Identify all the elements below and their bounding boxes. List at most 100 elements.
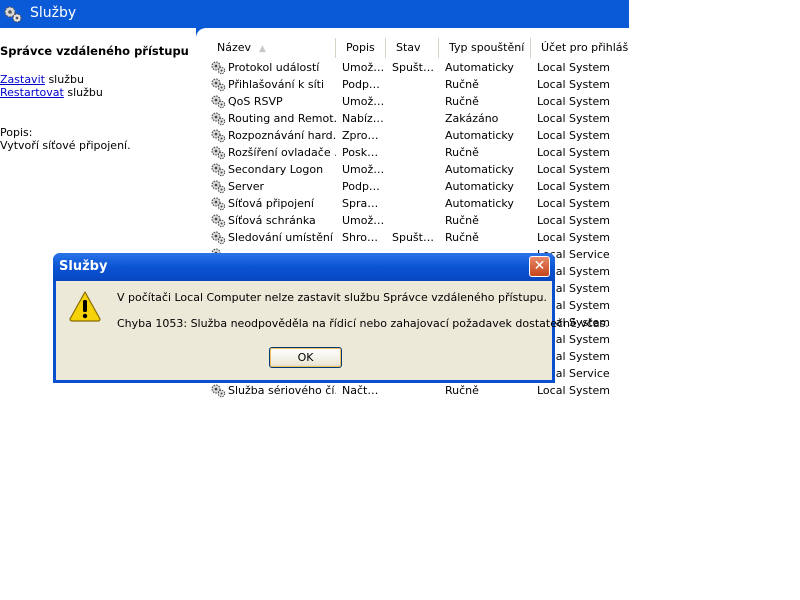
service-name-cell: Služba sériového čí… — [228, 384, 336, 397]
content-frame-corner — [196, 28, 629, 38]
service-startup-type-cell: Ručně — [445, 78, 479, 91]
service-row[interactable]: Rozšíření ovladače … Posk… Ručně Local Syst… — [207, 144, 629, 161]
service-startup-type-cell: Ručně — [445, 231, 479, 244]
service-name-cell: Rozpoznávání hard… — [228, 129, 336, 142]
service-description-cell: Nabíz… — [342, 112, 384, 125]
column-header-name-label: Název — [217, 41, 252, 54]
service-name-cell: Secondary Logon — [228, 163, 324, 176]
service-startup-type-cell: Automaticky — [445, 61, 514, 74]
service-account-cell: Local System — [537, 112, 611, 125]
service-gear-icon — [210, 111, 226, 126]
service-startup-type-cell: Automaticky — [445, 129, 514, 142]
service-gear-icon — [210, 383, 226, 398]
service-gear-icon — [210, 94, 226, 109]
service-account-cell: Local System — [537, 78, 611, 91]
service-row[interactable]: Sledování umístění … Shro… Spušt… Ručně Loca… — [207, 229, 629, 246]
service-description-cell: Umož… — [342, 95, 385, 108]
service-name-cell: Síťová připojení — [228, 197, 314, 210]
service-startup-type-cell: Ručně — [445, 384, 479, 397]
dialog-title-bar: Služby ✕ — [53, 253, 555, 281]
service-row[interactable]: Rozpoznávání hard… Zpro… Automaticky Local … — [207, 127, 629, 144]
service-gear-icon — [210, 230, 226, 245]
service-account-cell: Local System — [537, 61, 611, 74]
service-row[interactable]: Protokol událostí Umož… Spušt… Automaticky L… — [207, 59, 629, 76]
error-dialog: Služby ✕ V počítači Local Computer nelze… — [53, 253, 609, 383]
service-row[interactable]: Služba sériového čí… Načt… Ručně Local Syst… — [207, 382, 629, 399]
service-gear-icon — [210, 60, 226, 75]
description-text: Vytvoří síťové připojení. — [0, 139, 131, 152]
stop-link[interactable]: Zastavit — [0, 73, 45, 86]
column-header-status[interactable]: Stav — [386, 38, 439, 58]
service-account-cell: Local System — [537, 163, 611, 176]
service-name-cell: Server — [228, 180, 265, 193]
close-icon[interactable]: ✕ — [529, 256, 550, 277]
column-header-startup-type[interactable]: Typ spouštění — [439, 38, 531, 58]
service-row[interactable]: Síťová připojení Spra… Automaticky Local Sy… — [207, 195, 629, 212]
service-name-cell: Routing and Remot… — [228, 112, 336, 125]
dialog-message: V počítači Local Computer nelze zastavit… — [117, 291, 548, 304]
service-row[interactable]: Secondary Logon Umož… Automaticky Local Sys… — [207, 161, 629, 178]
dialog-body: V počítači Local Computer nelze zastavit… — [56, 281, 609, 380]
stop-service-action: Zastavit službu — [0, 73, 84, 86]
service-account-cell: Local System — [537, 180, 611, 193]
service-gear-icon — [210, 145, 226, 160]
service-row[interactable]: Server Podp… Automaticky Local System — [207, 178, 629, 195]
selected-service-name: Správce vzdáleného přístupu — [0, 44, 189, 58]
service-startup-type-cell: Automaticky — [445, 163, 514, 176]
service-name-cell: Protokol událostí — [228, 61, 320, 74]
column-header-description[interactable]: Popis — [336, 38, 386, 58]
column-header-name[interactable]: Název ▲ — [207, 38, 336, 58]
service-description-cell: Podp… — [342, 180, 380, 193]
service-description-cell: Spra… — [342, 197, 379, 210]
service-startup-type-cell: Automaticky — [445, 180, 514, 193]
service-description-cell: Umož… — [342, 214, 385, 227]
service-name-cell: Rozšíření ovladače … — [228, 146, 336, 159]
service-startup-type-cell: Ručně — [445, 214, 479, 227]
service-description-cell: Podp… — [342, 78, 380, 91]
service-gear-icon — [210, 179, 226, 194]
service-gear-icon — [210, 162, 226, 177]
service-description-cell: Zpro… — [342, 129, 379, 142]
service-gear-icon — [210, 128, 226, 143]
restart-link-suffix: službu — [63, 86, 103, 99]
description-label: Popis: — [0, 126, 33, 139]
service-account-cell: Local System — [537, 129, 611, 142]
stop-link-suffix: službu — [44, 73, 84, 86]
service-startup-type-cell: Automaticky — [445, 197, 514, 210]
service-startup-type-cell: Ručně — [445, 146, 479, 159]
restart-service-action: Restartovat službu — [0, 86, 103, 99]
service-name-cell: Sledování umístění … — [228, 231, 336, 244]
dialog-error-detail: Chyba 1053: Služba neodpověděla na řídic… — [117, 317, 609, 330]
ok-button[interactable]: OK — [269, 347, 342, 368]
service-account-cell: Local System — [537, 384, 611, 397]
service-gear-icon — [210, 213, 226, 228]
service-account-cell: Local System — [537, 146, 611, 159]
service-row[interactable]: Routing and Remot… Nabíz… Zakázáno Local Sy… — [207, 110, 629, 127]
sort-ascending-icon: ▲ — [259, 44, 266, 54]
service-row[interactable]: Přihlašování k síti Podp… Ručně Local Syste… — [207, 76, 629, 93]
service-row[interactable]: Síťová schránka Umož… Ručně Local System — [207, 212, 629, 229]
service-startup-type-cell: Ručně — [445, 95, 479, 108]
service-account-cell: Local System — [537, 231, 611, 244]
service-name-cell: QoS RSVP — [228, 95, 283, 108]
service-description-cell: Umož… — [342, 61, 385, 74]
service-name-cell: Přihlašování k síti — [228, 78, 325, 91]
dialog-title: Služby — [59, 259, 108, 274]
service-description-cell: Posk… — [342, 146, 379, 159]
title-bar: Služby — [0, 0, 629, 28]
service-description-cell: Načt… — [342, 384, 379, 397]
service-gear-icon — [210, 77, 226, 92]
service-account-cell: Local System — [537, 197, 611, 210]
list-header: Název ▲ Popis Stav Typ spouštění Účet pro… — [207, 38, 629, 58]
service-gear-icon — [210, 196, 226, 211]
column-header-logon-account[interactable]: Účet pro přihlášení — [531, 38, 629, 58]
warning-icon — [69, 291, 101, 322]
service-description-cell: Shro… — [342, 231, 378, 244]
service-status-cell: Spušt… — [392, 231, 434, 244]
service-startup-type-cell: Zakázáno — [445, 112, 499, 125]
restart-link[interactable]: Restartovat — [0, 86, 64, 99]
service-account-cell: Local System — [537, 214, 611, 227]
gears-icon — [4, 6, 22, 23]
window-title: Služby — [30, 5, 77, 21]
service-row[interactable]: QoS RSVP Umož… Ručně Local System — [207, 93, 629, 110]
